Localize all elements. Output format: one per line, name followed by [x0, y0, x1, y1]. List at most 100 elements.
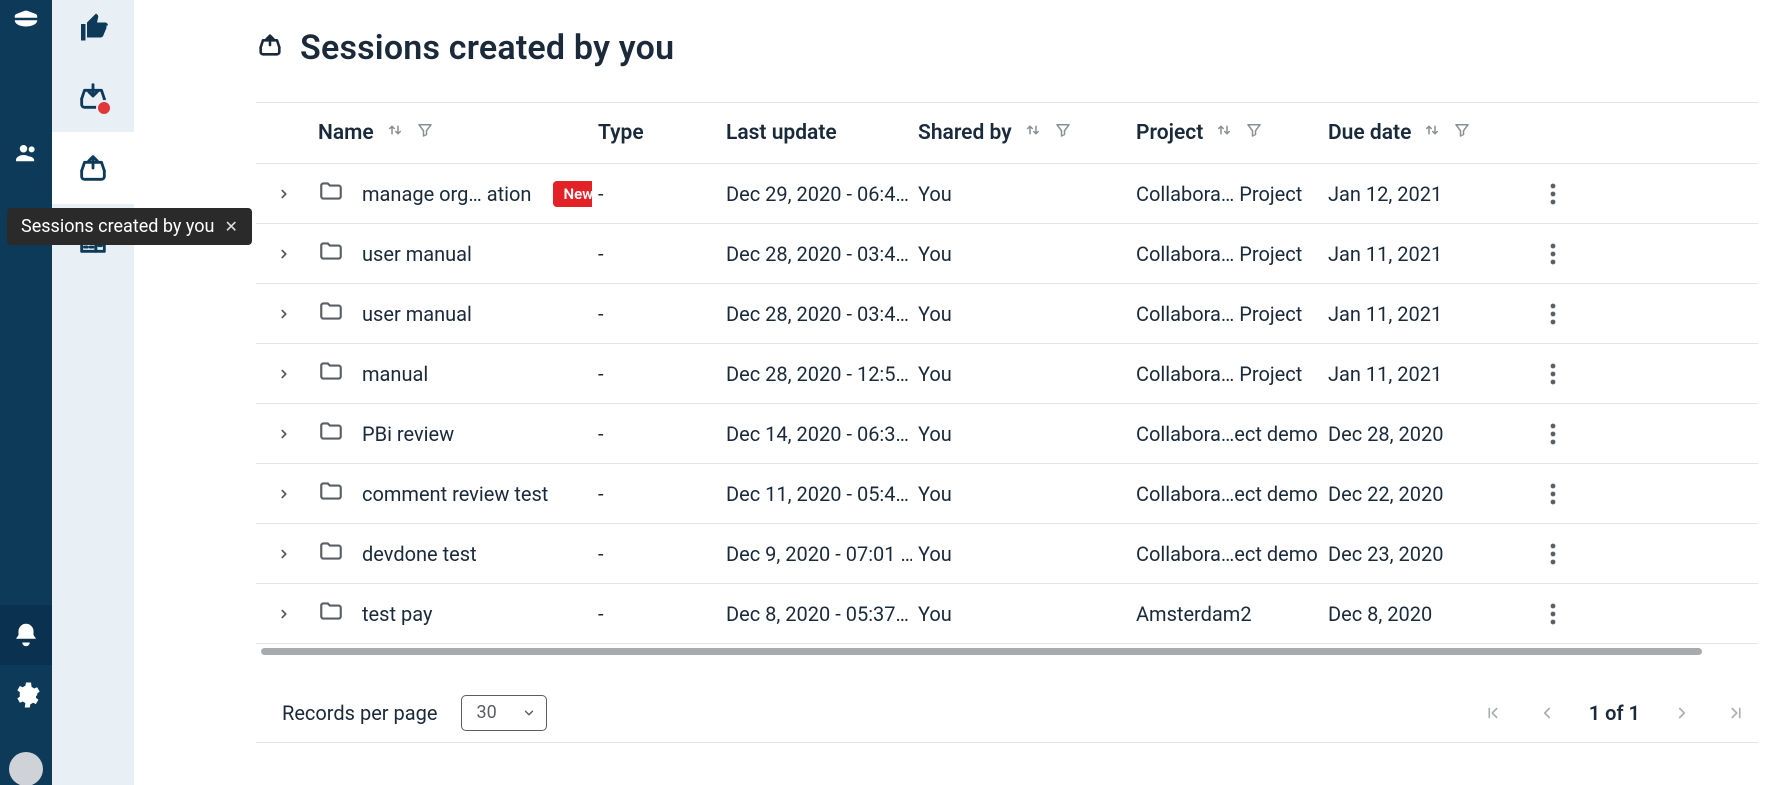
filter-icon[interactable] [1453, 121, 1471, 145]
col-due-date[interactable]: Due date [1322, 103, 1522, 163]
page-status: 1 of 1 [1589, 701, 1640, 725]
page-first[interactable] [1481, 701, 1505, 725]
chevron-down-icon [522, 706, 536, 720]
col-project[interactable]: Project [1130, 103, 1322, 163]
horizontal-scrollbar[interactable] [256, 648, 1758, 655]
expand-toggle[interactable] [256, 293, 312, 335]
subnav-inbox[interactable] [52, 60, 134, 132]
row-actions[interactable] [1522, 349, 1562, 399]
row-actions[interactable] [1522, 289, 1562, 339]
cell-project: Collabora…ect demo [1130, 468, 1322, 520]
rpp-value: 30 [476, 702, 496, 723]
cell-project: Collabora… Project [1130, 288, 1322, 340]
cell-type: - [592, 408, 720, 460]
row-name: manage org… ation [362, 182, 531, 206]
cell-name: user manual [312, 224, 592, 283]
row-actions[interactable] [1522, 409, 1562, 459]
col-last-update[interactable]: Last update [720, 103, 912, 163]
col-type[interactable]: Type [592, 103, 720, 163]
primary-nav [0, 0, 52, 785]
cell-shared-by: You [912, 468, 1130, 520]
sort-icon[interactable] [1215, 121, 1233, 145]
row-actions[interactable] [1522, 529, 1562, 579]
cell-name: manual [312, 344, 592, 403]
cell-due-date: Jan 11, 2021 [1322, 288, 1522, 340]
table-row[interactable]: devdone test - Dec 9, 2020 - 07:01 … You… [256, 524, 1758, 584]
cell-project: Collabora…ect demo [1130, 408, 1322, 460]
table-row[interactable]: test pay - Dec 8, 2020 - 05:37… You Amst… [256, 584, 1758, 644]
cell-due-date: Dec 28, 2020 [1322, 408, 1522, 460]
row-actions[interactable] [1522, 169, 1562, 219]
sessions-table: Name Type Last update Shared by Project [256, 102, 1758, 743]
table-row[interactable]: user manual - Dec 28, 2020 - 03:4… You C… [256, 224, 1758, 284]
cell-name: PBi review [312, 404, 592, 463]
expand-toggle[interactable] [256, 593, 312, 635]
row-actions[interactable] [1522, 229, 1562, 279]
secondary-nav [52, 0, 134, 785]
expand-toggle[interactable] [256, 233, 312, 275]
cell-project: Amsterdam2 [1130, 588, 1322, 640]
folder-icon [318, 418, 344, 449]
cell-project: Collabora… Project [1130, 228, 1322, 280]
nav-settings[interactable] [0, 665, 52, 725]
subnav-outbox[interactable] [52, 132, 134, 204]
nav-notifications[interactable] [0, 605, 52, 665]
cell-type: - [592, 348, 720, 400]
sort-icon[interactable] [386, 121, 404, 145]
table-row[interactable]: PBi review - Dec 14, 2020 - 06:3… You Co… [256, 404, 1758, 464]
cell-name: user manual [312, 284, 592, 343]
col-shared-by[interactable]: Shared by [912, 103, 1130, 163]
main-content: Sessions created by you Name Type Last u… [134, 0, 1786, 785]
cell-due-date: Jan 12, 2021 [1322, 168, 1522, 220]
folder-icon [318, 238, 344, 269]
cell-last-update: Dec 29, 2020 - 06:4… [720, 168, 912, 220]
expand-toggle[interactable] [256, 413, 312, 455]
sort-icon[interactable] [1423, 121, 1441, 145]
subnav-tooltip: Sessions created by you ✕ [7, 208, 252, 245]
cell-last-update: Dec 28, 2020 - 03:4… [720, 228, 912, 280]
row-name: test pay [362, 602, 432, 626]
nav-home[interactable] [0, 0, 52, 48]
col-name[interactable]: Name [312, 103, 592, 163]
page-prev[interactable] [1535, 701, 1559, 725]
filter-icon[interactable] [1054, 121, 1072, 145]
expand-toggle[interactable] [256, 353, 312, 395]
cell-type: - [592, 228, 720, 280]
close-icon[interactable]: ✕ [224, 217, 237, 236]
table-row[interactable]: user manual - Dec 28, 2020 - 03:4… You C… [256, 284, 1758, 344]
cell-type: - [592, 288, 720, 340]
sort-icon[interactable] [1024, 121, 1042, 145]
cell-last-update: Dec 28, 2020 - 03:4… [720, 288, 912, 340]
cell-due-date: Dec 8, 2020 [1322, 588, 1522, 640]
table-row[interactable]: manual - Dec 28, 2020 - 12:5… You Collab… [256, 344, 1758, 404]
filter-icon[interactable] [1245, 121, 1263, 145]
cell-last-update: Dec 11, 2020 - 05:4… [720, 468, 912, 520]
cell-last-update: Dec 8, 2020 - 05:37… [720, 588, 912, 640]
cell-project: Collabora…ect demo [1130, 528, 1322, 580]
row-actions[interactable] [1522, 589, 1562, 639]
cell-shared-by: You [912, 168, 1130, 220]
subnav-thumb[interactable] [52, 0, 134, 60]
cell-due-date: Jan 11, 2021 [1322, 228, 1522, 280]
filter-icon[interactable] [416, 121, 434, 145]
cell-shared-by: You [912, 408, 1130, 460]
page-last[interactable] [1724, 701, 1748, 725]
table-row[interactable]: manage org… ation New - Dec 29, 2020 - 0… [256, 164, 1758, 224]
folder-icon [318, 478, 344, 509]
cell-type: - [592, 168, 720, 220]
folder-icon [318, 598, 344, 629]
row-actions[interactable] [1522, 469, 1562, 519]
nav-collab[interactable] [0, 126, 52, 184]
expand-toggle[interactable] [256, 473, 312, 515]
folder-icon [318, 298, 344, 329]
expand-toggle[interactable] [256, 173, 312, 215]
table-row[interactable]: comment review test - Dec 11, 2020 - 05:… [256, 464, 1758, 524]
folder-icon [318, 178, 344, 209]
rpp-select[interactable]: 30 [461, 695, 547, 731]
cell-last-update: Dec 9, 2020 - 07:01 … [720, 528, 912, 580]
expand-toggle[interactable] [256, 533, 312, 575]
nav-profile[interactable] [0, 725, 52, 785]
page-next[interactable] [1670, 701, 1694, 725]
outbox-icon [256, 28, 284, 68]
folder-icon [318, 538, 344, 569]
